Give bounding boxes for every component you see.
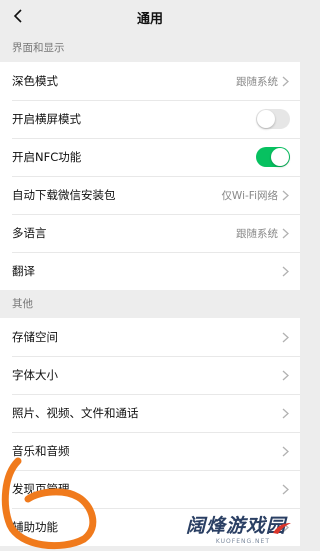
row-dark-mode[interactable]: 深色模式 跟随系统 <box>0 62 300 100</box>
row-landscape-mode[interactable]: 开启横屏模式 <box>0 100 300 138</box>
row-value: 仅Wi-Fi网络 <box>221 189 278 202</box>
row-label: 深色模式 <box>12 74 58 88</box>
back-chevron-icon[interactable] <box>8 6 28 26</box>
watermark-subtext: KUOFENG.NET <box>215 538 270 545</box>
row-label: 翻译 <box>12 264 35 278</box>
row-label: 字体大小 <box>12 368 58 382</box>
row-label: 照片、视频、文件和通话 <box>12 406 139 420</box>
page-title: 通用 <box>136 11 163 27</box>
chevron-right-icon <box>282 75 290 87</box>
nav-bar: 通用 <box>0 0 300 34</box>
watermark-swoosh-icon <box>273 523 291 534</box>
row-storage[interactable]: 存储空间 <box>0 318 300 356</box>
row-font-size[interactable]: 字体大小 <box>0 356 300 394</box>
section-header-display: 界面和显示 <box>12 42 65 54</box>
row-label: 多语言 <box>12 226 47 240</box>
row-value: 跟随系统 <box>236 75 278 88</box>
row-label: 音乐和音频 <box>12 444 70 458</box>
row-media-files[interactable]: 照片、视频、文件和通话 <box>0 394 300 432</box>
chevron-right-icon <box>282 483 290 495</box>
chevron-right-icon <box>282 227 290 239</box>
row-label: 发现页管理 <box>12 482 70 496</box>
section-header-other: 其他 <box>12 298 33 310</box>
chevron-right-icon <box>282 265 290 277</box>
chevron-right-icon <box>282 189 290 201</box>
row-language[interactable]: 多语言 跟随系统 <box>0 214 300 252</box>
watermark-text: 阔烽游戏园 <box>185 515 286 537</box>
settings-group-display: 深色模式 跟随系统 开启横屏模式 开启NFC功能 自动下载微信安装包 仅Wi-F… <box>0 62 300 290</box>
chevron-right-icon <box>282 445 290 457</box>
row-label: 自动下载微信安装包 <box>12 188 116 202</box>
nfc-toggle[interactable] <box>256 147 290 167</box>
row-label: 开启横屏模式 <box>12 112 81 126</box>
row-discover-management[interactable]: 发现页管理 <box>0 470 300 508</box>
landscape-toggle[interactable] <box>256 109 290 129</box>
chevron-right-icon <box>282 369 290 381</box>
chevron-right-icon <box>282 407 290 419</box>
row-value: 跟随系统 <box>236 227 278 240</box>
row-translate[interactable]: 翻译 <box>0 252 300 290</box>
toggle-knob <box>271 148 289 166</box>
watermark-logo: 阔烽游戏园 KUOFENG.NET <box>185 511 291 545</box>
row-nfc[interactable]: 开启NFC功能 <box>0 138 300 176</box>
toggle-knob <box>257 110 275 128</box>
row-music-audio[interactable]: 音乐和音频 <box>0 432 300 470</box>
row-label: 开启NFC功能 <box>12 150 82 164</box>
row-auto-download[interactable]: 自动下载微信安装包 仅Wi-Fi网络 <box>0 176 300 214</box>
row-label: 存储空间 <box>12 330 58 344</box>
chevron-right-icon <box>282 331 290 343</box>
